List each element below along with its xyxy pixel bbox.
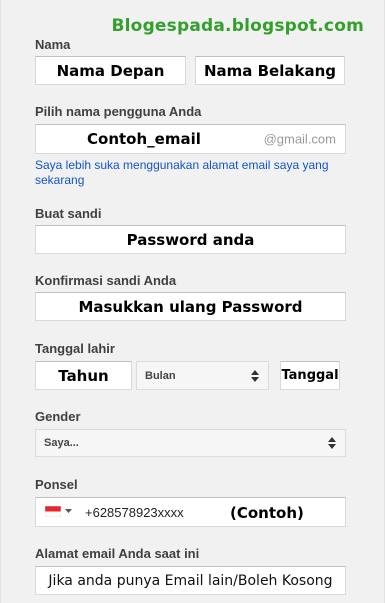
phone-value: +628578923xxxx — [85, 505, 184, 520]
username-input[interactable]: Contoh_email @gmail.com — [35, 124, 346, 154]
username-label: Pilih nama pengguna Anda — [35, 104, 202, 119]
gender-label: Gender — [35, 409, 81, 424]
confirm-password-label: Konfirmasi sandi Anda — [35, 273, 177, 288]
last-name-input[interactable]: Nama Belakang — [195, 56, 345, 85]
password-label: Buat sandi — [35, 206, 102, 221]
select-arrows-icon — [328, 437, 336, 449]
signup-form-panel: Blogespada.blogspot.com Nama Nama Depan … — [0, 0, 385, 603]
username-value: Contoh_email — [87, 130, 201, 148]
chevron-down-icon — [65, 509, 72, 513]
gender-select[interactable]: Saya... — [35, 429, 346, 457]
birth-month-value: Bulan — [145, 369, 176, 382]
name-label: Nama — [35, 37, 71, 52]
birth-year-input[interactable]: Tahun — [35, 361, 132, 390]
gmail-suffix: @gmail.com — [263, 131, 336, 147]
phone-input[interactable]: +628578923xxxx (Contoh) — [35, 497, 346, 527]
select-arrows-icon — [251, 369, 259, 382]
current-email-label: Alamat email Anda saat ini — [35, 546, 200, 561]
confirm-password-input[interactable]: Masukkan ulang Password — [35, 292, 346, 321]
phone-label: Ponsel — [35, 477, 78, 492]
use-existing-email-link[interactable]: Saya lebih suka menggunakan alamat email… — [35, 158, 335, 188]
first-name-input[interactable]: Nama Depan — [35, 56, 186, 85]
birth-month-select[interactable]: Bulan — [136, 361, 269, 390]
phone-example-note: (Contoh) — [230, 504, 304, 522]
gender-value: Saya... — [44, 437, 79, 449]
birthdate-label: Tanggal lahir — [35, 341, 115, 356]
birth-day-input[interactable]: Tanggal — [280, 361, 340, 390]
current-email-input[interactable]: Jika anda punya Email lain/Boleh Kosong — [35, 566, 346, 595]
watermark-text: Blogespada.blogspot.com — [111, 16, 364, 36]
indonesia-flag-icon — [45, 506, 61, 517]
password-input[interactable]: Password anda — [35, 225, 346, 254]
country-selector[interactable] — [45, 506, 72, 517]
